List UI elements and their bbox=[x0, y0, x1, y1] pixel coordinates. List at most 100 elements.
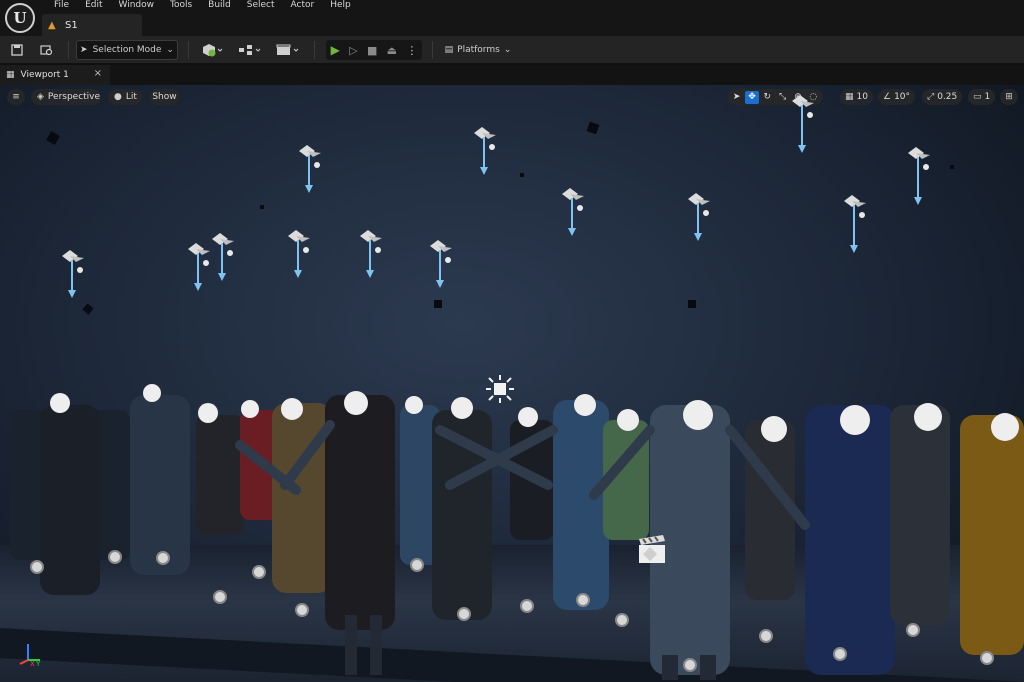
point-light-icon[interactable] bbox=[358, 230, 386, 290]
skeletal-mesh-icon[interactable] bbox=[410, 558, 424, 572]
menu-help[interactable]: Help bbox=[322, 0, 359, 11]
toolbar-separator bbox=[432, 41, 433, 59]
level-tab-row: ▲ S1 bbox=[0, 12, 1024, 36]
point-light-icon[interactable] bbox=[472, 127, 500, 187]
point-light-icon[interactable] bbox=[428, 240, 456, 300]
view-mode-button[interactable]: ● Lit bbox=[108, 89, 142, 105]
viewport-icon: ▦ bbox=[6, 70, 15, 80]
cube-icon: ◈ bbox=[37, 92, 44, 102]
point-light-icon[interactable] bbox=[560, 188, 588, 248]
svg-text:Y: Y bbox=[35, 660, 41, 668]
show-label: Show bbox=[152, 92, 177, 102]
skeletal-mesh-icon[interactable] bbox=[108, 550, 122, 564]
angle-icon: ∠ bbox=[883, 92, 892, 102]
skeletal-mesh-icon[interactable] bbox=[295, 603, 309, 617]
point-light-icon[interactable] bbox=[906, 147, 934, 207]
level-viewport[interactable]: ≡ ◈ Perspective ● Lit Show ➤ ✥ ↻ ⤡ ⊕ ◌ ▦… bbox=[0, 85, 1024, 682]
skeletal-mesh-icon[interactable] bbox=[457, 607, 471, 621]
add-actor-icon[interactable] bbox=[198, 40, 226, 60]
platforms-button[interactable]: ▤ Platforms ⌄ bbox=[442, 40, 514, 60]
menu-actor[interactable]: Actor bbox=[283, 0, 323, 11]
show-button[interactable]: Show bbox=[149, 89, 180, 105]
point-light-icon[interactable] bbox=[210, 233, 238, 293]
axis-gizmo-icon: Y X bbox=[19, 644, 41, 668]
eject-icon[interactable]: ⏏ bbox=[387, 44, 397, 57]
selection-mode-label: Selection Mode bbox=[92, 45, 162, 55]
close-icon[interactable]: × bbox=[94, 68, 102, 79]
save-icon[interactable] bbox=[8, 40, 26, 60]
lit-label: Lit bbox=[125, 92, 137, 102]
menu-edit[interactable]: Edit bbox=[77, 0, 110, 11]
skeletal-mesh-icon[interactable] bbox=[576, 593, 590, 607]
viewport-options-button[interactable]: ≡ bbox=[7, 89, 25, 105]
debris bbox=[434, 300, 442, 308]
menu-tools[interactable]: Tools bbox=[162, 0, 200, 11]
toolbar-separator bbox=[314, 41, 315, 59]
scale-tool-icon[interactable]: ⤡ bbox=[776, 91, 789, 104]
skeletal-mesh-icon[interactable] bbox=[683, 658, 697, 672]
blueprint-icon[interactable] bbox=[236, 40, 264, 60]
lit-sphere-icon: ● bbox=[114, 92, 122, 102]
grid-snap-button[interactable]: ▦ 10 bbox=[840, 89, 873, 105]
stop-icon[interactable]: ■ bbox=[367, 44, 377, 57]
platforms-icon: ▤ bbox=[444, 45, 454, 55]
skeletal-mesh-icon[interactable] bbox=[615, 613, 629, 627]
rotation-snap-button[interactable]: ∠ 10° bbox=[878, 89, 916, 105]
skeletal-mesh-icon[interactable] bbox=[906, 623, 920, 637]
selection-mode-button[interactable]: ➤ Selection Mode ⌄ bbox=[76, 40, 178, 60]
rotation-snap-value: 10° bbox=[894, 92, 911, 102]
skeletal-mesh-icon[interactable] bbox=[833, 647, 847, 661]
toolbar-separator bbox=[68, 41, 69, 59]
debris bbox=[260, 205, 264, 209]
menu-file[interactable]: File bbox=[46, 0, 77, 11]
skeletal-mesh-icon[interactable] bbox=[980, 651, 994, 665]
play-icon[interactable]: ▶ bbox=[331, 43, 340, 57]
rotate-tool-icon[interactable]: ↻ bbox=[761, 91, 774, 104]
unreal-logo-icon[interactable]: U bbox=[5, 3, 35, 33]
menu-window[interactable]: Window bbox=[111, 0, 163, 11]
scale-snap-value: 0.25 bbox=[937, 92, 958, 102]
select-tool-icon[interactable]: ➤ bbox=[730, 91, 743, 104]
point-light-icon[interactable] bbox=[60, 250, 88, 310]
viewport-tab[interactable]: ▦ Viewport 1 × bbox=[0, 65, 110, 85]
camera-icon: ▭ bbox=[973, 92, 982, 102]
level-sequence-icon[interactable] bbox=[637, 535, 669, 565]
point-light-icon[interactable] bbox=[686, 193, 714, 253]
scale-snap-button[interactable]: ⤢ 0.25 bbox=[922, 89, 963, 105]
menu-select[interactable]: Select bbox=[239, 0, 283, 11]
character-crowd[interactable] bbox=[0, 375, 1024, 682]
perspective-button[interactable]: ◈ Perspective bbox=[31, 89, 101, 105]
level-tab[interactable]: ▲ S1 bbox=[42, 14, 142, 36]
viewport-tab-label: Viewport 1 bbox=[20, 70, 69, 80]
translate-tool-icon[interactable]: ✥ bbox=[745, 90, 759, 104]
point-light-icon[interactable] bbox=[297, 145, 325, 205]
advance-frame-icon[interactable]: ▷ bbox=[349, 44, 357, 57]
skeletal-mesh-icon[interactable] bbox=[520, 599, 534, 613]
point-light-icon[interactable] bbox=[286, 230, 314, 290]
skeletal-mesh-icon[interactable] bbox=[30, 560, 44, 574]
skeletal-mesh-icon[interactable] bbox=[213, 590, 227, 604]
grid-icon: ▦ bbox=[845, 92, 854, 102]
grid-snap-value: 10 bbox=[856, 92, 868, 102]
perspective-label: Perspective bbox=[47, 92, 101, 102]
skeletal-mesh-icon[interactable] bbox=[759, 629, 773, 643]
cinematics-icon[interactable] bbox=[274, 40, 302, 60]
svg-text:X: X bbox=[30, 660, 35, 668]
layout-icon: ⊞ bbox=[1005, 92, 1013, 102]
skeletal-mesh-icon[interactable] bbox=[156, 551, 170, 565]
skeletal-mesh-icon[interactable] bbox=[252, 565, 266, 579]
point-light-icon[interactable] bbox=[842, 195, 870, 255]
more-options-icon[interactable]: ⋮ bbox=[406, 44, 417, 57]
level-icon: ▲ bbox=[48, 19, 56, 31]
maximize-viewport-button[interactable]: ⊞ bbox=[1000, 89, 1018, 105]
debris bbox=[46, 131, 60, 145]
camera-speed-button[interactable]: ▭ 1 bbox=[968, 89, 996, 105]
point-light-icon[interactable] bbox=[790, 95, 818, 155]
camera-speed-value: 1 bbox=[984, 92, 991, 102]
debris bbox=[586, 121, 600, 135]
scale-icon: ⤢ bbox=[927, 92, 935, 102]
chevron-down-icon: ⌄ bbox=[503, 45, 512, 55]
content-browser-icon[interactable] bbox=[37, 40, 55, 60]
menu-build[interactable]: Build bbox=[200, 0, 239, 11]
platforms-label: Platforms bbox=[457, 45, 500, 55]
